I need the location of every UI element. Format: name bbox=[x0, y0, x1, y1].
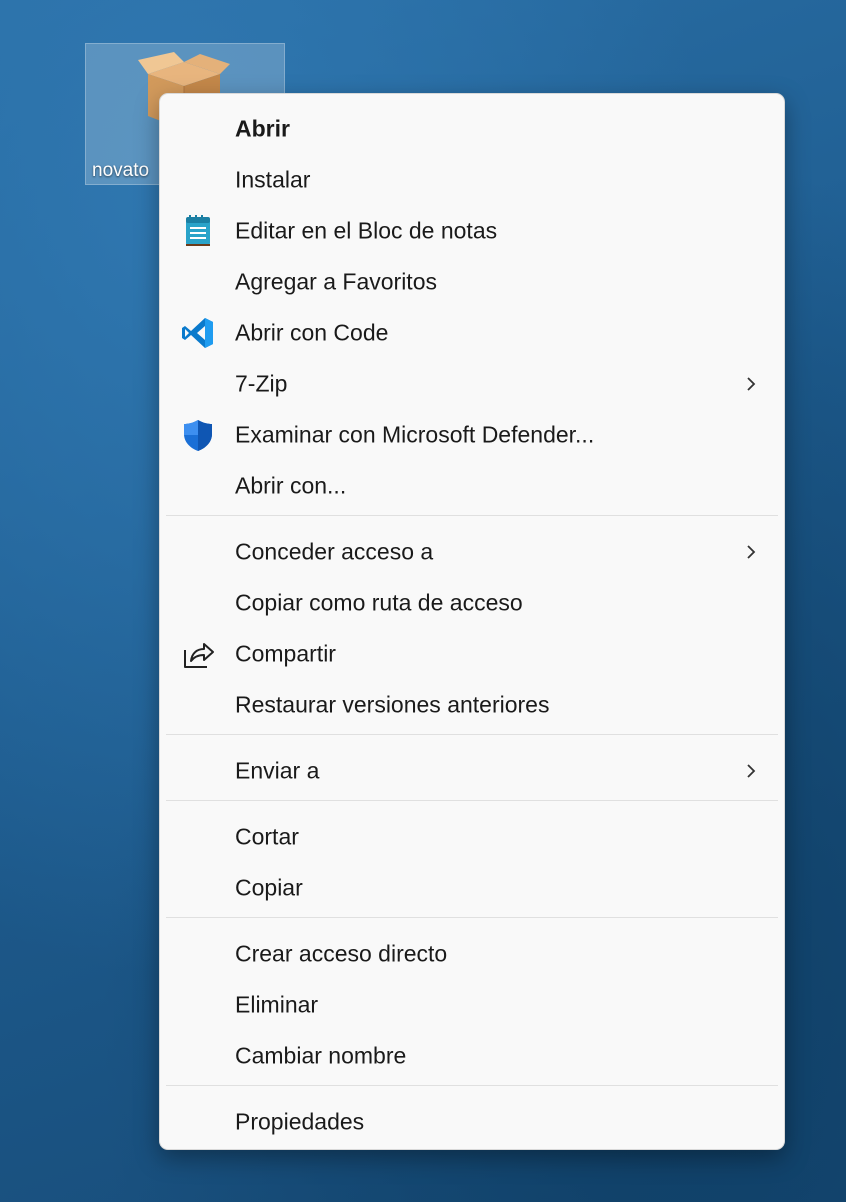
menu-item-crear-acceso-directo[interactable]: Crear acceso directo bbox=[166, 928, 778, 979]
menu-item-label: Copiar bbox=[235, 874, 303, 900]
menu-item-label: Editar en el Bloc de notas bbox=[235, 217, 498, 243]
menu-item-label: 7-Zip bbox=[235, 370, 288, 396]
vscode-icon bbox=[182, 317, 213, 348]
menu-item-label: Abrir bbox=[235, 115, 290, 141]
menu-item-copiar-ruta[interactable]: Copiar como ruta de acceso bbox=[166, 577, 778, 628]
menu-item-label: Abrir con Code bbox=[235, 319, 389, 345]
context-menu: Abrir Instalar Editar en el Bloc de nota… bbox=[159, 93, 785, 1150]
menu-item-label: Copiar como ruta de acceso bbox=[235, 589, 523, 615]
menu-item-conceder-acceso[interactable]: Conceder acceso a bbox=[166, 526, 778, 577]
menu-item-label: Compartir bbox=[235, 640, 336, 666]
menu-item-abrir-con-code[interactable]: Abrir con Code bbox=[166, 307, 778, 358]
menu-item-label: Conceder acceso a bbox=[235, 538, 434, 564]
menu-separator bbox=[166, 1085, 778, 1086]
menu-item-label: Eliminar bbox=[235, 991, 319, 1017]
menu-item-agregar-favoritos[interactable]: Agregar a Favoritos bbox=[166, 256, 778, 307]
menu-item-abrir[interactable]: Abrir bbox=[166, 103, 778, 154]
menu-item-label: Enviar a bbox=[235, 757, 320, 783]
menu-item-cortar[interactable]: Cortar bbox=[166, 811, 778, 862]
menu-item-label: Abrir con... bbox=[235, 472, 347, 498]
menu-item-copiar[interactable]: Copiar bbox=[166, 862, 778, 913]
menu-separator bbox=[166, 515, 778, 516]
menu-item-label: Instalar bbox=[235, 166, 311, 192]
menu-item-editar-bloc-notas[interactable]: Editar en el Bloc de notas bbox=[166, 205, 778, 256]
chevron-right-icon bbox=[747, 763, 756, 778]
menu-item-examinar-defender[interactable]: Examinar con Microsoft Defender... bbox=[166, 409, 778, 460]
menu-separator bbox=[166, 734, 778, 735]
share-icon bbox=[184, 642, 214, 668]
menu-separator bbox=[166, 800, 778, 801]
menu-item-7zip[interactable]: 7-Zip bbox=[166, 358, 778, 409]
menu-item-compartir[interactable]: Compartir bbox=[166, 628, 778, 679]
menu-separator bbox=[166, 917, 778, 918]
menu-item-label: Agregar a Favoritos bbox=[235, 268, 437, 294]
menu-item-label: Cortar bbox=[235, 823, 299, 849]
menu-item-label: Propiedades bbox=[235, 1108, 365, 1134]
menu-item-eliminar[interactable]: Eliminar bbox=[166, 979, 778, 1030]
menu-item-instalar[interactable]: Instalar bbox=[166, 154, 778, 205]
menu-item-propiedades[interactable]: Propiedades bbox=[166, 1096, 778, 1147]
menu-item-label: Cambiar nombre bbox=[235, 1042, 407, 1068]
menu-item-label: Restaurar versiones anteriores bbox=[235, 691, 550, 717]
notepad-icon bbox=[186, 214, 210, 246]
chevron-right-icon bbox=[747, 376, 756, 391]
menu-item-cambiar-nombre[interactable]: Cambiar nombre bbox=[166, 1030, 778, 1081]
menu-item-enviar-a[interactable]: Enviar a bbox=[166, 745, 778, 796]
menu-item-restaurar-versiones[interactable]: Restaurar versiones anteriores bbox=[166, 679, 778, 730]
defender-shield-icon bbox=[184, 419, 212, 451]
menu-item-abrir-con[interactable]: Abrir con... bbox=[166, 460, 778, 511]
chevron-right-icon bbox=[747, 544, 756, 559]
menu-item-label: Examinar con Microsoft Defender... bbox=[235, 421, 595, 447]
desktop-file-label: novato bbox=[92, 160, 150, 181]
menu-item-label: Crear acceso directo bbox=[235, 940, 448, 966]
